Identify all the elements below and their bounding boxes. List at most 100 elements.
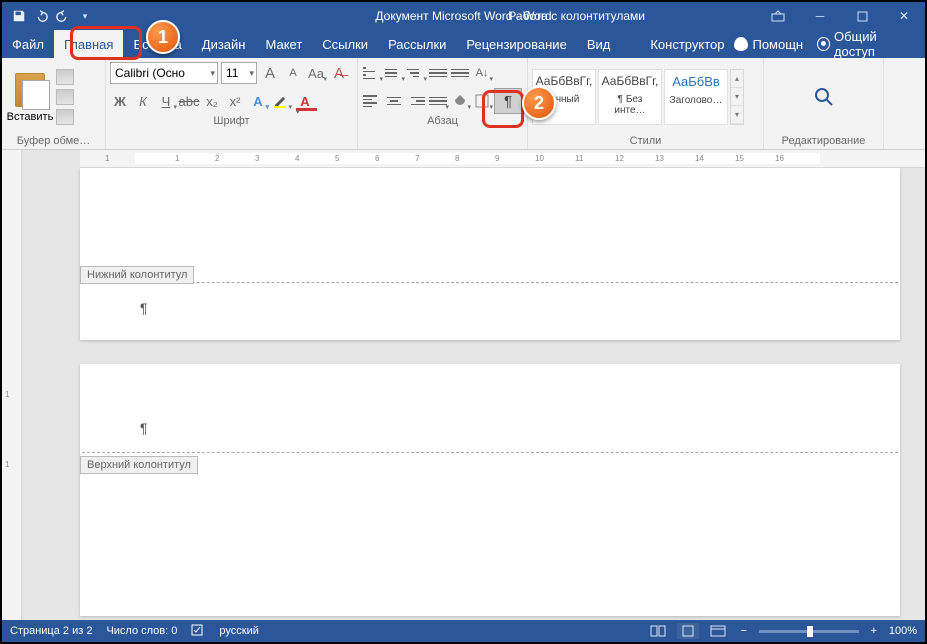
read-mode-icon[interactable] xyxy=(647,623,669,639)
pilcrow-mark-2: ¶ xyxy=(140,420,148,436)
workspace: 1 1 1 1 2 3 4 5 6 7 8 9 10 11 12 13 14 1… xyxy=(2,150,925,620)
tab-references[interactable]: Ссылки xyxy=(312,30,378,58)
spell-check-icon[interactable] xyxy=(191,623,205,640)
align-left-icon[interactable] xyxy=(362,91,382,111)
page-1[interactable]: Нижний колонтитул ¶ xyxy=(80,168,900,340)
print-layout-icon[interactable] xyxy=(677,623,699,639)
highlight-button[interactable] xyxy=(271,91,291,111)
language-indicator[interactable]: русский xyxy=(219,625,258,637)
context-tab-title: Работа с колонтитулами xyxy=(508,9,645,23)
pages-container[interactable]: Нижний колонтитул ¶ ¶ Верхний колонтитул xyxy=(22,168,925,620)
ribbon-options-icon[interactable] xyxy=(757,2,799,30)
bullets-icon[interactable] xyxy=(362,63,382,83)
page-2[interactable]: ¶ Верхний колонтитул xyxy=(80,364,900,616)
titlebar: ▾ Документ Microsoft Word - Word Работа … xyxy=(2,2,925,30)
footer-boundary xyxy=(82,282,898,283)
save-icon[interactable] xyxy=(12,9,26,23)
quick-access-toolbar: ▾ xyxy=(2,9,92,23)
pilcrow-mark-1: ¶ xyxy=(140,300,148,316)
font-group-label: Шрифт xyxy=(110,113,353,129)
page-indicator[interactable]: Страница 2 из 2 xyxy=(10,625,92,637)
group-clipboard: Вставить Буфер обме… xyxy=(2,58,106,149)
minimize-icon[interactable]: ─ xyxy=(799,2,841,30)
tell-me[interactable]: Помощн xyxy=(734,37,803,52)
highlight-frame-1 xyxy=(70,26,142,60)
styles-group-label: Стили xyxy=(532,133,759,149)
group-styles: АаБбВвГг,ычный АаБбВвГг,¶ Без инте… АаБб… xyxy=(528,58,764,149)
ribbon: Вставить Буфер обме… Calibri (Осно 11 A … xyxy=(2,58,925,150)
zoom-in-button[interactable]: + xyxy=(867,625,881,637)
tab-file[interactable]: Файл xyxy=(2,30,54,58)
share-label: Общий доступ xyxy=(834,29,913,59)
web-layout-icon[interactable] xyxy=(707,623,729,639)
tab-view[interactable]: Вид xyxy=(577,30,621,58)
vertical-ruler: 1 1 xyxy=(2,150,22,620)
redo-icon[interactable] xyxy=(56,9,70,23)
footer-tag[interactable]: Нижний колонтитул xyxy=(80,266,194,284)
tab-layout[interactable]: Макет xyxy=(255,30,312,58)
font-size-combo[interactable]: 11 xyxy=(221,62,257,84)
group-editing: Редактирование xyxy=(764,58,884,149)
shading-icon[interactable] xyxy=(450,91,470,111)
text-effects-icon[interactable]: A xyxy=(248,91,268,111)
qat-customize-icon[interactable]: ▾ xyxy=(78,9,92,23)
font-name-combo[interactable]: Calibri (Осно xyxy=(110,62,218,84)
paste-button[interactable]: Вставить xyxy=(6,71,54,123)
tab-review[interactable]: Рецензирование xyxy=(456,30,576,58)
line-spacing-icon[interactable] xyxy=(428,91,448,111)
group-font: Calibri (Осно 11 A A Aa A̶ Ж К Ч abc x₂ … xyxy=(106,58,358,149)
multilevel-icon[interactable] xyxy=(406,63,426,83)
cut-icon[interactable] xyxy=(56,69,74,85)
increase-indent-icon[interactable] xyxy=(450,63,470,83)
tab-mailings[interactable]: Рассылки xyxy=(378,30,456,58)
sort-icon[interactable]: A↓ xyxy=(472,63,492,83)
format-painter-icon[interactable] xyxy=(56,109,74,125)
zoom-slider[interactable] xyxy=(759,630,859,633)
maximize-icon[interactable] xyxy=(841,2,883,30)
subscript-button[interactable]: x₂ xyxy=(202,91,222,111)
word-count[interactable]: Число слов: 0 xyxy=(106,625,177,637)
horizontal-ruler: 1 1 2 3 4 5 6 7 8 9 10 11 12 13 14 15 16 xyxy=(80,150,925,168)
bulb-icon xyxy=(734,37,748,51)
font-color-button[interactable] xyxy=(294,91,316,111)
numbering-icon[interactable] xyxy=(384,63,404,83)
zoom-level[interactable]: 100% xyxy=(889,625,917,637)
document-area: 1 1 2 3 4 5 6 7 8 9 10 11 12 13 14 15 16 xyxy=(22,150,925,620)
strike-button[interactable]: abc xyxy=(179,91,199,111)
callout-1: 1 xyxy=(146,20,180,54)
shrink-font-icon[interactable]: A xyxy=(283,63,303,83)
italic-button[interactable]: К xyxy=(133,91,153,111)
paste-label: Вставить xyxy=(6,111,54,123)
share-button[interactable]: Общий доступ xyxy=(817,29,913,59)
share-icon xyxy=(817,37,830,51)
align-right-icon[interactable] xyxy=(406,91,426,111)
styles-more-button[interactable]: ▴▾▾ xyxy=(730,69,744,125)
style-heading1[interactable]: АаБбВвЗаголово… xyxy=(664,69,728,125)
superscript-button[interactable]: x² xyxy=(225,91,245,111)
close-icon[interactable]: ✕ xyxy=(883,2,925,30)
editing-group-label: Редактирование xyxy=(768,133,879,149)
window-buttons: ─ ✕ xyxy=(757,2,925,30)
highlight-frame-2 xyxy=(482,90,524,128)
tab-designer[interactable]: Конструктор xyxy=(640,30,734,58)
find-button[interactable] xyxy=(813,82,835,112)
clipboard-group-label: Буфер обме… xyxy=(6,133,101,149)
align-center-icon[interactable] xyxy=(384,91,404,111)
grow-font-icon[interactable]: A xyxy=(260,63,280,83)
copy-icon[interactable] xyxy=(56,89,74,105)
header-tag[interactable]: Верхний колонтитул xyxy=(80,456,198,474)
statusbar: Страница 2 из 2 Число слов: 0 русский − … xyxy=(2,620,925,642)
decrease-indent-icon[interactable] xyxy=(428,63,448,83)
underline-button[interactable]: Ч xyxy=(156,91,176,111)
change-case-icon[interactable]: Aa xyxy=(306,63,326,83)
paste-icon xyxy=(15,73,45,107)
header-boundary xyxy=(82,452,898,453)
zoom-out-button[interactable]: − xyxy=(737,625,751,637)
callout-2: 2 xyxy=(522,86,556,120)
clear-formatting-icon[interactable]: A̶ xyxy=(329,63,349,83)
bold-button[interactable]: Ж xyxy=(110,91,130,111)
tab-design[interactable]: Дизайн xyxy=(192,30,256,58)
style-no-spacing[interactable]: АаБбВвГг,¶ Без инте… xyxy=(598,69,662,125)
undo-icon[interactable] xyxy=(34,9,48,23)
tell-me-label: Помощн xyxy=(752,37,803,52)
